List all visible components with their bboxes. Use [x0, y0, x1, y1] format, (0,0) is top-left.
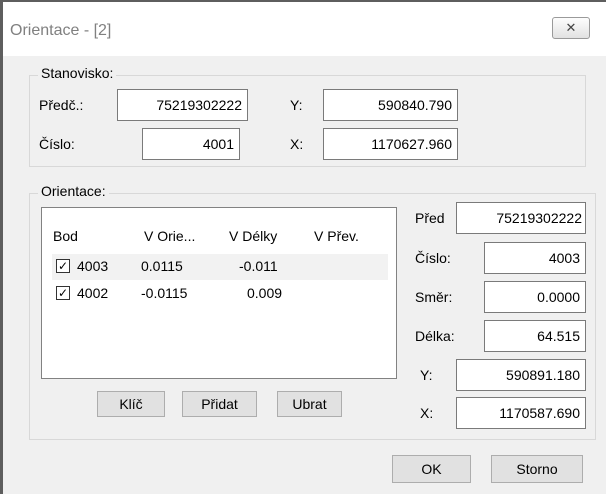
y-field[interactable]: 590840.790	[323, 89, 458, 121]
row-checkbox[interactable]: ✓	[56, 259, 70, 273]
cell-v-delky: -0.011	[239, 258, 278, 274]
smer-label: Směr:	[415, 289, 453, 305]
cislo-label: Číslo:	[415, 250, 451, 266]
window-frame-top	[0, 0, 606, 2]
delka-label: Délka:	[415, 328, 455, 344]
orientace-legend: Orientace:	[38, 183, 109, 199]
smer-field[interactable]: 0.0000	[484, 281, 586, 313]
column-header-v-delky[interactable]: V Délky	[229, 228, 277, 244]
x-label: X:	[290, 136, 304, 152]
storno-button[interactable]: Storno	[491, 455, 583, 483]
check-icon: ✓	[57, 259, 69, 273]
pred-label: Před	[415, 210, 445, 226]
ubrat-button[interactable]: Ubrat	[277, 391, 342, 417]
y-label: Y:	[290, 97, 303, 113]
cell-bod: 4002	[77, 285, 109, 301]
delka-field[interactable]: 64.515	[484, 320, 586, 352]
close-icon: ✕	[565, 20, 577, 35]
pridat-button[interactable]: Přidat	[182, 391, 257, 417]
column-header-bod[interactable]: Bod	[53, 228, 78, 244]
predc-label: Předč.:	[39, 97, 84, 113]
table-row[interactable]: ✓ 4002 -0.0115 0.009	[52, 281, 388, 307]
klic-button[interactable]: Klíč	[97, 391, 165, 417]
column-header-v-orie[interactable]: V Orie...	[144, 228, 195, 244]
cell-v-orie: -0.0115	[141, 285, 188, 301]
predc-field[interactable]: 75219302222	[117, 89, 248, 121]
cell-v-delky: 0.009	[247, 285, 283, 301]
cell-bod: 4003	[77, 258, 109, 274]
pred-field[interactable]: 75219302222	[456, 202, 586, 234]
table-row[interactable]: ✓ 4003 0.0115 -0.011	[52, 254, 388, 280]
cislo-field[interactable]: 4001	[142, 128, 240, 160]
x-orient-label: X:	[420, 405, 434, 421]
cislo-label: Číslo:	[39, 136, 75, 152]
y-orient-label: Y:	[420, 367, 433, 383]
orientace-list[interactable]: Bod V Orie... V Délky V Přev. ✓ 4003 0.0…	[41, 207, 397, 379]
ok-button[interactable]: OK	[392, 455, 471, 483]
close-button[interactable]: ✕	[552, 17, 590, 39]
cell-v-orie: 0.0115	[141, 258, 183, 274]
window-title: Orientace - [2]	[10, 22, 112, 39]
stanovisko-group	[29, 75, 586, 167]
cislo-orient-field[interactable]: 4003	[484, 242, 586, 274]
x-orient-field[interactable]: 1170587.690	[456, 397, 586, 429]
row-checkbox[interactable]: ✓	[56, 286, 70, 300]
column-header-v-prev[interactable]: V Přev.	[314, 228, 359, 244]
check-icon: ✓	[57, 286, 69, 300]
stanovisko-legend: Stanovisko:	[38, 65, 117, 81]
y-orient-field[interactable]: 590891.180	[456, 359, 586, 391]
x-field[interactable]: 1170627.960	[323, 128, 458, 160]
